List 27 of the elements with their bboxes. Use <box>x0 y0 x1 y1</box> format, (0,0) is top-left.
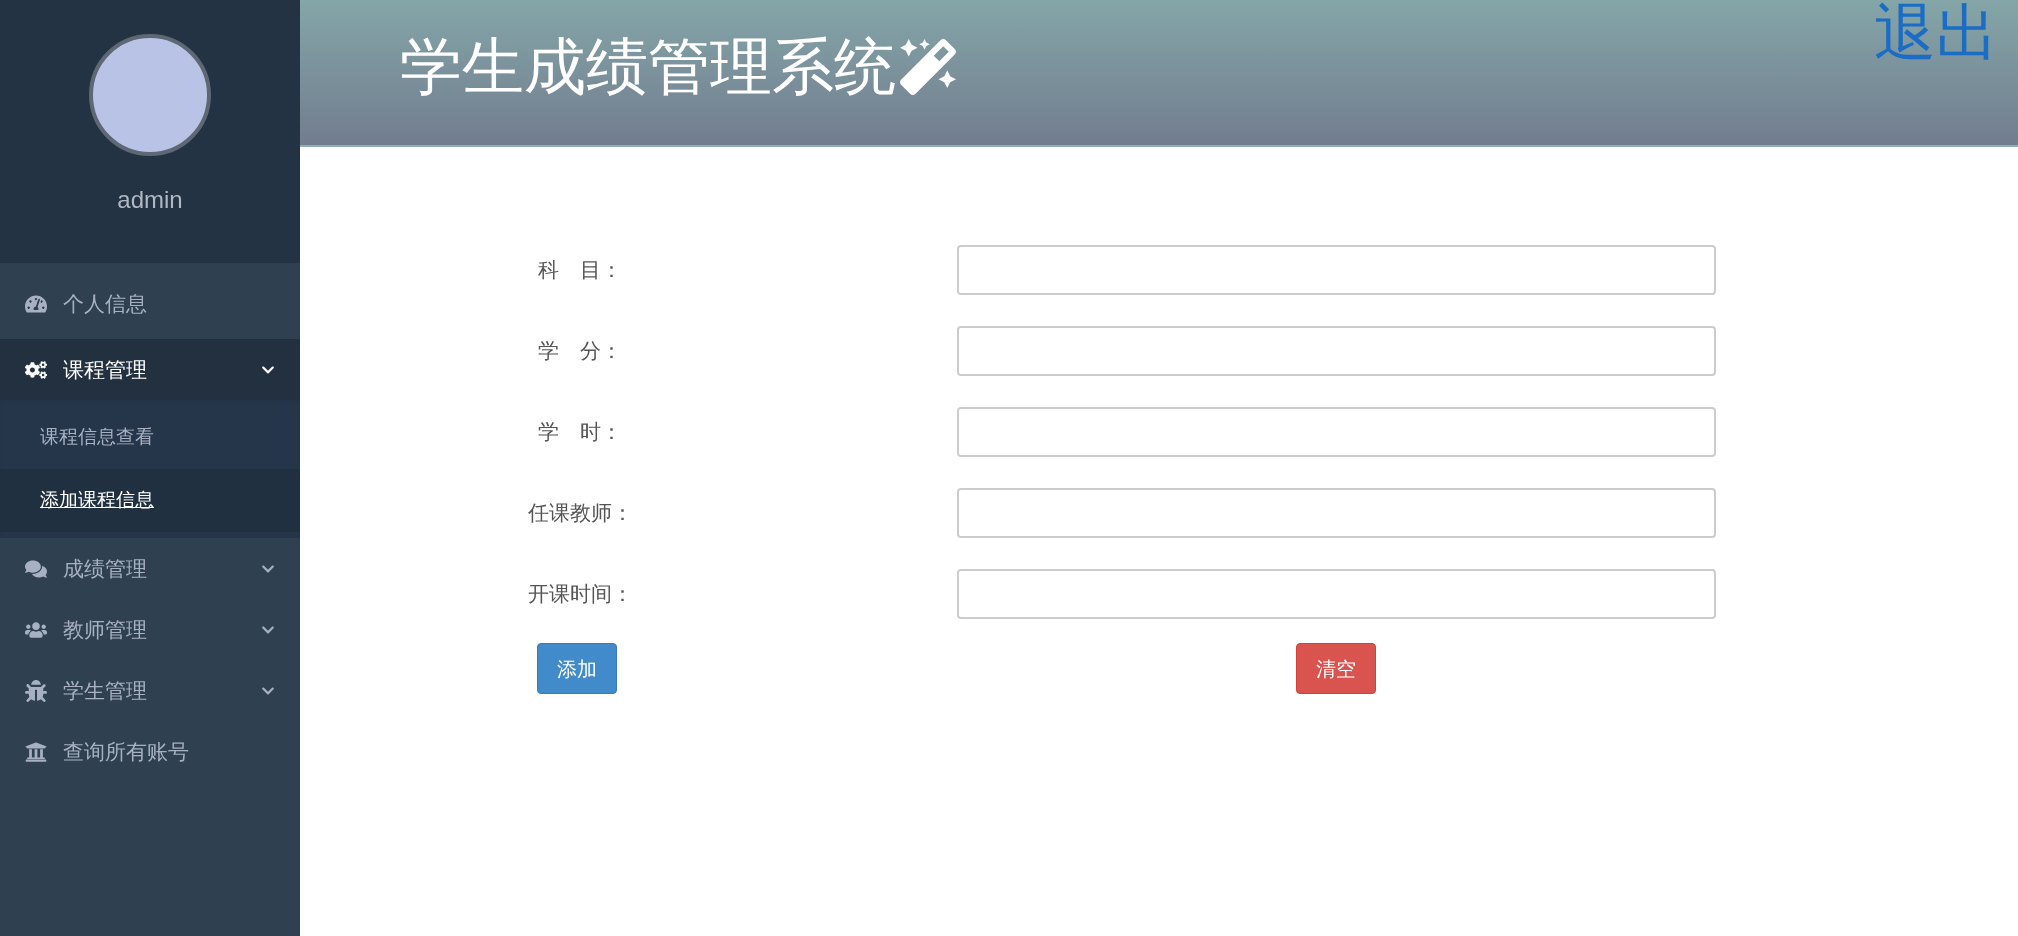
menu-item[interactable]: 学生管理 <box>0 660 300 721</box>
gauge-icon <box>25 293 47 315</box>
input-field[interactable] <box>957 488 1716 538</box>
input-field[interactable] <box>957 245 1716 295</box>
clear-button[interactable]: 清空 <box>1296 643 1376 694</box>
field-label: 任课教师： <box>526 500 634 527</box>
menu-item[interactable]: 教师管理 <box>0 599 300 660</box>
field-label: 学 时： <box>537 419 623 446</box>
field-label: 学 分： <box>537 338 623 365</box>
add-button[interactable]: 添加 <box>537 643 617 694</box>
gears-icon <box>25 358 47 381</box>
menu-item[interactable]: 个人信息 <box>0 263 300 339</box>
username: admin <box>117 185 183 215</box>
menu-item[interactable]: 成绩管理 <box>0 538 300 599</box>
submenu-link[interactable]: 课程信息查看 <box>40 423 154 452</box>
input-field[interactable] <box>957 407 1716 457</box>
menu-item[interactable]: 课程管理 <box>0 339 300 400</box>
app-title: 学生成绩管理系统 <box>400 36 896 98</box>
submenu-link[interactable]: 添加课程信息 <box>40 486 154 515</box>
field-label: 科 目： <box>537 257 623 284</box>
bank-building-icon <box>25 740 47 763</box>
bug-icon <box>25 679 47 702</box>
input-field[interactable] <box>957 569 1716 619</box>
field-label: 开课时间： <box>526 581 634 608</box>
menu-item[interactable]: 查询所有账号 <box>0 721 300 782</box>
input-field[interactable] <box>957 326 1716 376</box>
magic-wand-icon <box>900 39 956 95</box>
